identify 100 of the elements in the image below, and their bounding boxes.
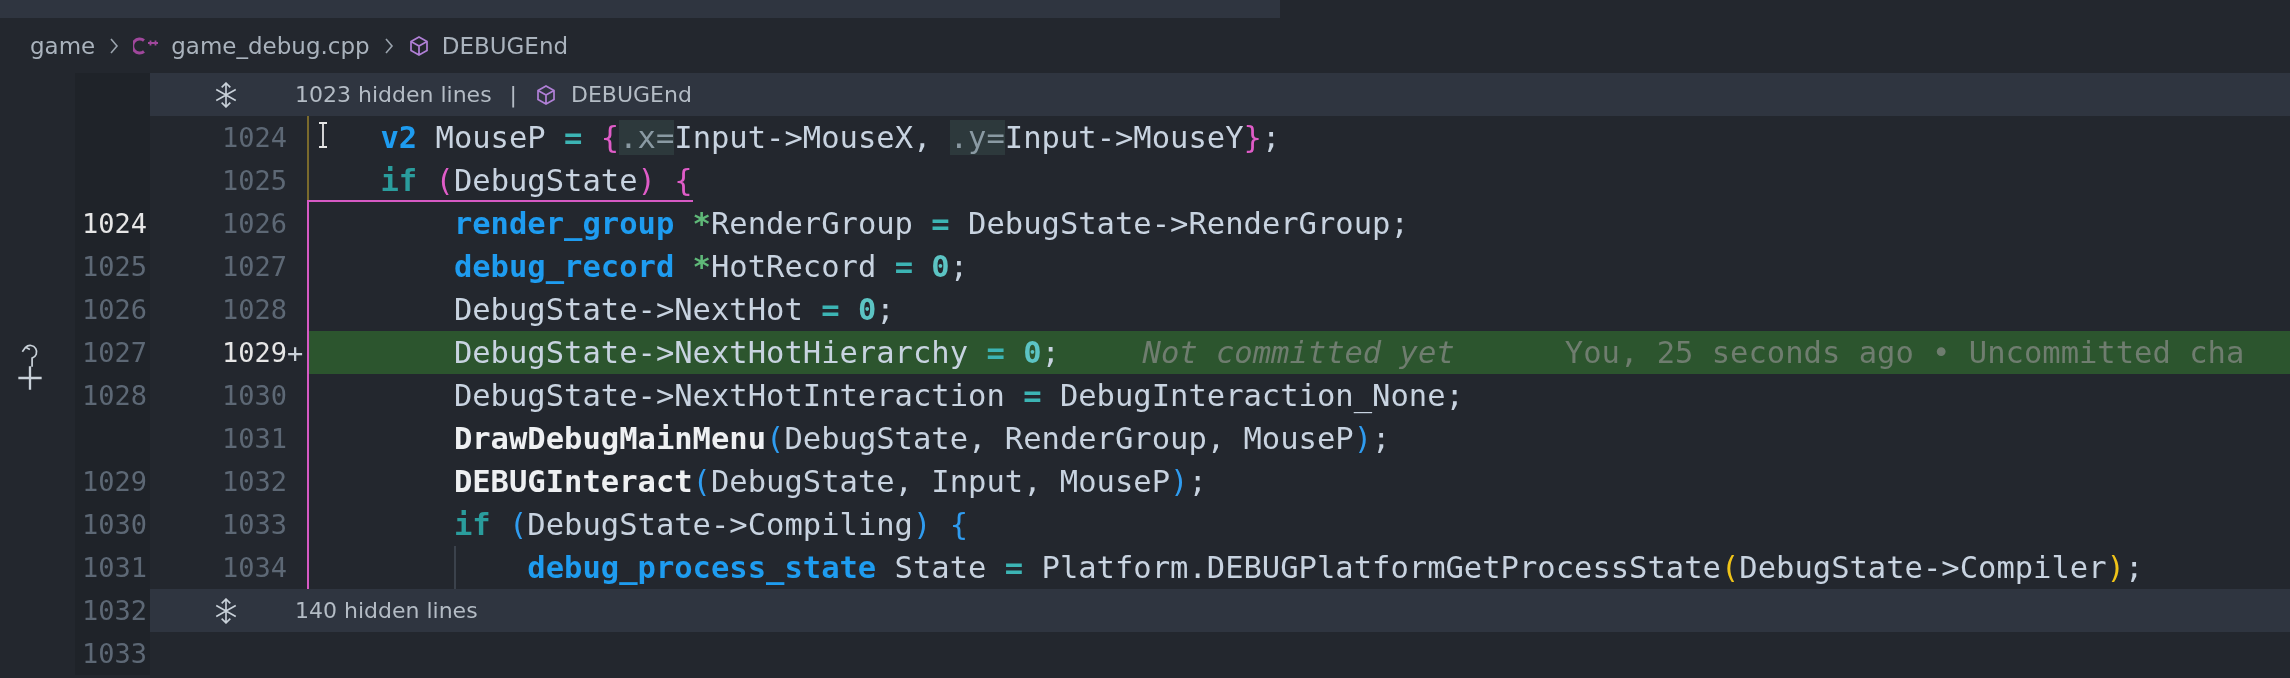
code-text: ; (949, 249, 969, 284)
code-text: DebugInteraction_None; (1058, 378, 1464, 413)
line-number: 1025 (221, 165, 287, 196)
pointer-token: * (691, 249, 711, 284)
cube-icon (535, 83, 558, 106)
c-plus-plus-icon (133, 36, 160, 55)
keyword-token: if (380, 163, 419, 198)
line-number: 1032 (221, 466, 287, 497)
hidden-lines-label: 140 hidden lines (295, 598, 478, 623)
pointer-token: * (691, 206, 711, 241)
line-number: 1026 (81, 294, 148, 325)
bracket-token: ( (435, 163, 454, 198)
code-text: Platform.DEBUGPlatformGetProcessState (1040, 550, 1721, 585)
bracket-token: ) (1170, 464, 1189, 499)
plus-icon[interactable] (16, 364, 44, 392)
code-text: DebugState->NextHot (453, 292, 804, 327)
number-token: 0 (931, 249, 950, 284)
function-token: DrawDebugMainMenu (453, 421, 767, 456)
number-token: 0 (1023, 335, 1042, 370)
bracket-token: ( (1720, 550, 1740, 585)
operator-token: = (1023, 378, 1042, 413)
chevron-icon (383, 37, 394, 54)
line-number: 1034 (221, 552, 287, 583)
line-number: 1033 (81, 638, 148, 669)
symbol-label: DEBUGEnd (571, 82, 692, 107)
bracket-token: ) (637, 163, 656, 198)
operator-token: = (894, 249, 914, 284)
code-text: DebugState->NextHotHierarchy (453, 335, 970, 370)
bracket-token: { (600, 120, 620, 155)
breadcrumb-item[interactable]: game_debug.cpp (171, 32, 370, 59)
type-token: v2 (380, 120, 418, 155)
line-number: 1024 (81, 208, 148, 239)
code-text: DebugState->Compiling (527, 507, 913, 542)
code-text: ; (1372, 421, 1391, 456)
line-number: 1030 (221, 380, 287, 411)
line-number: 1031 (81, 552, 148, 583)
code-text: DebugState->RenderGroup; (967, 206, 1409, 241)
separator-text: | (509, 82, 518, 107)
code-text: HotRecord (711, 249, 878, 284)
breadcrumb-item[interactable]: DEBUGEnd (441, 32, 569, 59)
code-text: State (893, 550, 988, 585)
folded-region-bar[interactable]: 140 hidden lines (150, 589, 2290, 632)
text-cursor-icon (317, 122, 329, 148)
inlay-hint: .x= (619, 120, 675, 155)
line-number: 1029 (221, 337, 287, 368)
bracket-token: ( (766, 421, 785, 456)
bracket-token: ) (2106, 550, 2125, 585)
bracket-token: } (1243, 120, 1262, 155)
line-number: 1027 (81, 337, 148, 368)
folded-region-bar[interactable]: 1023 hidden lines | DEBUGEnd (150, 73, 2290, 116)
bracket-token: { (673, 163, 693, 198)
code-text: RenderGroup (711, 206, 914, 241)
line-number: 1028 (221, 294, 287, 325)
inlay-hint: .y= (949, 120, 1005, 155)
line-number: 1027 (221, 251, 287, 282)
number-token: 0 (857, 292, 877, 327)
code-text: ; (1261, 120, 1281, 155)
bracket-token: { (948, 507, 969, 542)
blame-detail: You, 25 seconds ago • Uncommitted cha (1564, 335, 2245, 370)
code-text: ; (1188, 464, 1207, 499)
bracket-token: ( (509, 507, 528, 542)
line-number: 1032 (81, 595, 148, 626)
keyword-token: if (453, 507, 492, 542)
type-token: render_group (453, 206, 675, 241)
type-token: debug_process_state (527, 550, 877, 585)
line-number: 1033 (221, 509, 287, 540)
code-text: MouseP (434, 120, 547, 155)
code-text: ; (1041, 335, 1060, 370)
operator-token: = (564, 120, 584, 155)
function-token: DEBUGInteract (453, 464, 693, 499)
line-number: 1025 (81, 251, 148, 282)
bracket-token: ) (913, 507, 932, 542)
line-number: 1026 (221, 208, 287, 239)
breadcrumb-item[interactable]: game (30, 32, 96, 59)
code-text: DebugState, RenderGroup, MouseP (784, 421, 1354, 456)
line-number: 1028 (81, 380, 148, 411)
code-text: DebugState (453, 163, 638, 198)
code-text: ; (2124, 550, 2144, 585)
cube-icon (407, 34, 430, 57)
code-text: DebugState->NextHotInteraction (453, 378, 1006, 413)
bracket-token: ) (1353, 421, 1373, 456)
line-number: 1024 (221, 122, 287, 153)
hidden-lines-label: 1023 hidden lines (295, 82, 492, 107)
type-token: debug_record (453, 249, 675, 284)
line-number: 1031 (221, 423, 287, 454)
bracket-token: ( (692, 464, 711, 499)
code-text: DebugState->Compiler (1739, 550, 2107, 585)
code-text: Input->MouseX, (674, 120, 933, 155)
unfold-icon[interactable] (213, 597, 239, 624)
operator-token: = (931, 206, 950, 241)
line-number: 1029 (81, 466, 148, 497)
chevron-icon (109, 37, 120, 54)
unfold-icon[interactable] (213, 81, 239, 108)
operator-token: = (986, 335, 1006, 370)
code-text: ; (876, 292, 895, 327)
operator-token: = (821, 292, 841, 327)
code-text: Input->MouseY (1004, 120, 1244, 155)
blame-message: Not committed yet (1142, 335, 1455, 370)
code-text: DebugState, Input, MouseP (711, 464, 1171, 499)
line-number: 1030 (81, 509, 148, 540)
